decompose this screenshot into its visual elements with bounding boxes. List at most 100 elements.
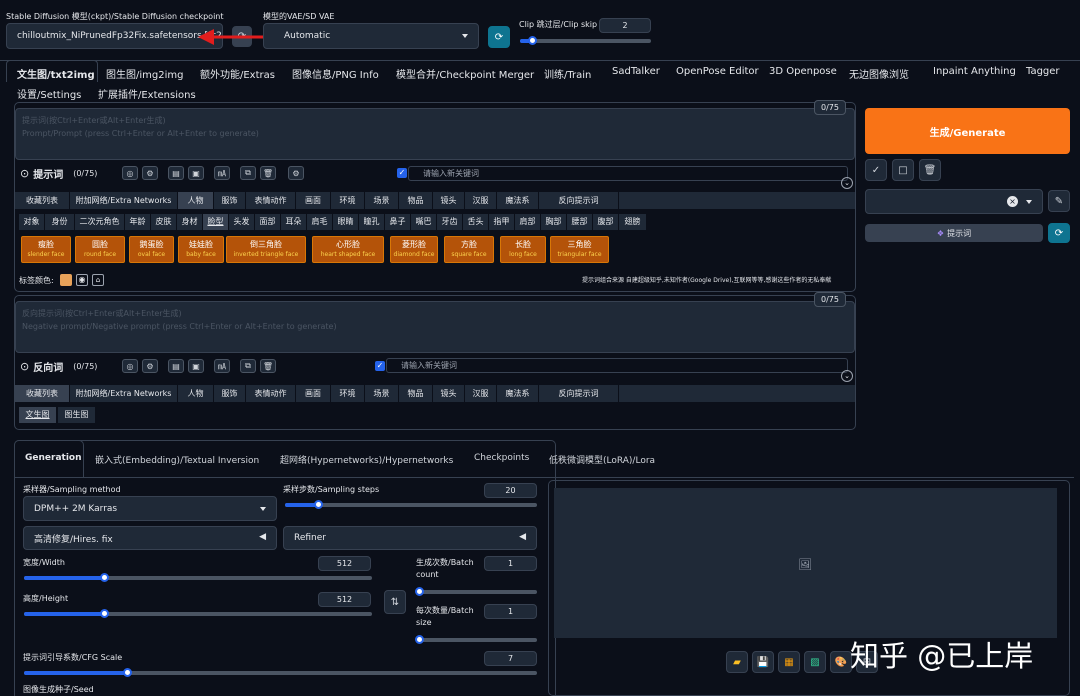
subtab-0[interactable]: 对象: [19, 214, 45, 230]
checkmark-icon[interactable]: ✓: [865, 159, 887, 181]
category-tab-9[interactable]: 镜头: [433, 192, 465, 209]
category-tab-0[interactable]: 收藏列表: [15, 192, 70, 209]
tab-main-2[interactable]: 额外功能/Extras: [200, 66, 275, 81]
subtab-17[interactable]: 指甲: [489, 214, 515, 230]
tab-main-row2-0[interactable]: 设置/Settings: [17, 86, 81, 101]
steps-input[interactable]: 20: [484, 483, 537, 498]
width-slider[interactable]: [24, 573, 372, 582]
translate-icon[interactable]: ㎃: [214, 166, 230, 180]
zip-icon[interactable]: ▦: [778, 651, 800, 673]
tab-main-1[interactable]: 图生图/img2img: [106, 66, 183, 81]
category-tab-12[interactable]: 反向提示词: [539, 385, 619, 402]
cfg-scale-slider[interactable]: [24, 668, 537, 677]
clear-icon[interactable]: ×: [1007, 196, 1018, 207]
height-input[interactable]: 512: [318, 592, 371, 607]
category-tab-1[interactable]: 附加网络/Extra Networks: [70, 385, 178, 402]
keyword-checkbox[interactable]: ✓: [397, 168, 407, 178]
save-icon[interactable]: 💾: [752, 651, 774, 673]
category-tab-2[interactable]: 人物: [178, 385, 214, 402]
lock-icon[interactable]: ⌂: [92, 274, 104, 286]
category-tab-10[interactable]: 汉服: [465, 192, 497, 209]
category-tab-6[interactable]: 环境: [331, 385, 365, 402]
subtab-2[interactable]: 二次元角色: [75, 214, 125, 230]
settings-icon[interactable]: ⚙: [288, 166, 304, 180]
sampler-select[interactable]: DPM++ 2M Karras: [23, 496, 277, 521]
subtab-3[interactable]: 年龄: [125, 214, 151, 230]
steps-slider[interactable]: [285, 500, 537, 509]
category-tab-8[interactable]: 物品: [399, 192, 433, 209]
batch-size-slider[interactable]: [415, 635, 537, 644]
tab-main-8[interactable]: 3D Openpose: [769, 66, 837, 77]
category-tab-4[interactable]: 表情动作: [246, 192, 296, 209]
subtab-18[interactable]: 肩部: [515, 214, 541, 230]
category-tab-1[interactable]: 附加网络/Extra Networks: [70, 192, 178, 209]
negative-subtab-0[interactable]: 文生图: [19, 407, 57, 423]
batch-count-input[interactable]: 1: [484, 556, 537, 571]
palette-icon[interactable]: ◉: [76, 274, 88, 286]
tab-main-5[interactable]: 训练/Train: [544, 66, 591, 81]
square-icon[interactable]: □: [892, 159, 914, 181]
tab-main-9[interactable]: 无边图像浏览: [849, 66, 909, 81]
folder-icon[interactable]: ▰: [726, 651, 748, 673]
subtab-22[interactable]: 翅膀: [619, 214, 647, 230]
prompt-textarea[interactable]: 提示词(按Ctrl+Enter或Alt+Enter生成) Prompt/Prom…: [15, 108, 855, 160]
collapse-icon[interactable]: ⌄: [841, 370, 853, 382]
vae-select[interactable]: Automatic: [263, 23, 479, 49]
category-tab-6[interactable]: 环境: [331, 192, 365, 209]
subtab-7[interactable]: 头发: [229, 214, 255, 230]
copy-icon[interactable]: ⧉: [240, 166, 256, 180]
copy-icon[interactable]: ⧉: [240, 359, 256, 373]
category-tab-5[interactable]: 画面: [296, 385, 331, 402]
category-tab-2[interactable]: 人物: [178, 192, 214, 209]
import-icon[interactable]: ▤: [168, 359, 184, 373]
category-tab-7[interactable]: 场景: [365, 385, 399, 402]
tag-button[interactable]: 心形脸 heart shaped face: [312, 236, 384, 263]
negative-keyword-input[interactable]: 请输入新关键词: [386, 358, 848, 373]
tab-main-3[interactable]: 图像信息/PNG Info: [292, 66, 379, 81]
swap-dimensions-icon[interactable]: ⇅: [384, 590, 406, 614]
trash-icon[interactable]: 🗑: [260, 359, 276, 373]
tab-main-0[interactable]: 文生图/txt2img: [17, 66, 95, 81]
clip-skip-slider[interactable]: [520, 36, 651, 45]
send-to-inpaint-icon[interactable]: 🎨: [830, 651, 852, 673]
category-tab-3[interactable]: 服饰: [214, 192, 246, 209]
tag-button[interactable]: 圆脸 round face: [75, 236, 125, 263]
subtab-9[interactable]: 耳朵: [281, 214, 307, 230]
negative-subtab-1[interactable]: 图生图: [58, 407, 96, 423]
globe-icon[interactable]: ◎: [122, 166, 138, 180]
export-icon[interactable]: ▣: [188, 359, 204, 373]
batch-count-slider[interactable]: [415, 587, 537, 596]
negative-textarea[interactable]: 反向提示词(按Ctrl+Enter或Alt+Enter生成) Negative …: [15, 301, 855, 353]
tab-main-10[interactable]: Inpaint Anything: [933, 66, 1016, 77]
tag-button[interactable]: 瘦脸 slender face: [21, 236, 71, 263]
height-slider[interactable]: [24, 609, 372, 618]
subtab-20[interactable]: 腰部: [567, 214, 593, 230]
globe-icon[interactable]: ◎: [122, 359, 138, 373]
subtab-1[interactable]: 身份: [45, 214, 75, 230]
subtab-4[interactable]: 皮肤: [151, 214, 177, 230]
category-tab-10[interactable]: 汉服: [465, 385, 497, 402]
tag-button[interactable]: 娃娃脸 baby face: [178, 236, 224, 263]
tag-button[interactable]: 菱形脸 diamond face: [390, 236, 438, 263]
category-tab-11[interactable]: 魔法系: [497, 192, 539, 209]
tab-main-6[interactable]: SadTalker: [612, 66, 660, 77]
trash-icon[interactable]: 🗑: [919, 159, 941, 181]
category-tab-7[interactable]: 场景: [365, 192, 399, 209]
clip-skip-input[interactable]: 2: [599, 18, 651, 33]
tag-button[interactable]: 长脸 long face: [500, 236, 546, 263]
tag-button[interactable]: 方脸 square face: [444, 236, 494, 263]
send-to-img2img-icon[interactable]: ▨: [804, 651, 826, 673]
tab-main-11[interactable]: Tagger: [1026, 66, 1060, 77]
subtab-12[interactable]: 瞳孔: [359, 214, 385, 230]
generate-button[interactable]: 生成/Generate: [865, 108, 1070, 154]
tab-generation-4[interactable]: 低秩微调模型(LoRA)/Lora: [549, 453, 655, 466]
tag-button[interactable]: 三角脸 triangular face: [550, 236, 609, 263]
category-tab-9[interactable]: 镜头: [433, 385, 465, 402]
subtab-8[interactable]: 面部: [255, 214, 281, 230]
subtab-10[interactable]: 肩毛: [307, 214, 333, 230]
prompt-keyword-input[interactable]: 请输入新关键词: [408, 166, 848, 181]
tab-generation-1[interactable]: 嵌入式(Embedding)/Textual Inversion: [95, 453, 259, 466]
tab-generation-2[interactable]: 超网络(Hypernetworks)/Hypernetworks: [280, 453, 453, 466]
prompt-tool-button[interactable]: ❖ 提示词: [865, 224, 1043, 242]
circle-down-icon[interactable]: ⊙: [20, 360, 29, 373]
